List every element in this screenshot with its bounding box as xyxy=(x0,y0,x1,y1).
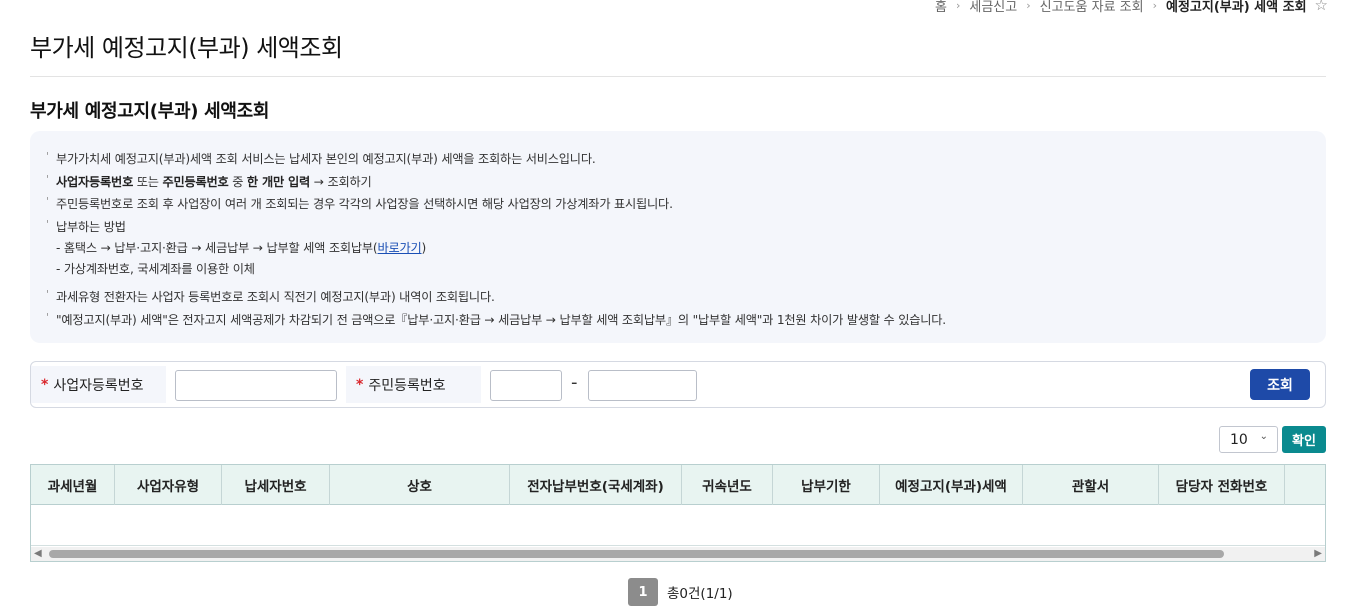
page-size-select[interactable]: 10 ⌄ xyxy=(1219,426,1278,453)
grid-header: 과세년월 사업자유형 납세자번호 상호 전자납부번호(국세계좌) 귀속년도 납부… xyxy=(31,465,1325,505)
info-line-service: 부가가치세 예정고지(부과)세액 조회 서비스는 납세자 본인의 예정고지(부과… xyxy=(46,146,1310,171)
info-sub-transfer: - 가상계좌번호, 국세계좌를 이용한 이체 xyxy=(56,262,255,276)
info-list-2: 과세유형 전환자는 사업자 등록번호로 조회시 직전기 예정고지(부과) 내역이… xyxy=(46,284,1310,332)
info-list: 부가가치세 예정고지(부과)세액 조회 서비스는 납세자 본인의 예정고지(부과… xyxy=(46,146,1310,239)
chevron-right-icon: › xyxy=(1152,0,1157,12)
column-header[interactable]: 상호 xyxy=(330,465,510,505)
scroll-left-icon[interactable]: ◀ xyxy=(34,548,42,559)
resident-number-dash: - xyxy=(571,372,578,393)
info-sub-hometax: - 홈택스 → 납부·고지·환급 → 세금납부 → 납부할 세액 조회납부(바로… xyxy=(56,241,427,255)
biz-number-input[interactable] xyxy=(175,370,337,401)
column-header[interactable]: 과세년월 xyxy=(31,465,115,505)
column-header-filler xyxy=(1285,465,1325,505)
chevron-right-icon: › xyxy=(955,0,961,12)
column-header[interactable]: 관할서 xyxy=(1023,465,1159,505)
section-title: 부가세 예정고지(부과) 세액조회 xyxy=(30,101,270,122)
search-form: * 사업자등록번호 * 주민등록번호 - 조회 xyxy=(30,361,1326,408)
column-header[interactable]: 납세자번호 xyxy=(222,465,330,505)
chevron-right-icon: › xyxy=(1026,0,1031,12)
column-header[interactable]: 예정고지(부과)세액 xyxy=(880,465,1023,505)
breadcrumb-home[interactable]: 홈 xyxy=(935,0,947,15)
page-title: 부가세 예정고지(부과) 세액조회 xyxy=(30,34,343,62)
column-header[interactable]: 납부기한 xyxy=(773,465,880,505)
column-header[interactable]: 담당자 전화번호 xyxy=(1159,465,1285,505)
shortcut-link[interactable]: 바로가기 xyxy=(377,241,421,255)
required-mark: * xyxy=(41,376,49,393)
breadcrumb-tax-filing[interactable]: 세금신고 xyxy=(969,0,1017,15)
horizontal-scrollbar[interactable]: ◀ ▶ xyxy=(31,547,1325,561)
page-total-count: 총0건(1/1) xyxy=(667,586,733,602)
biz-number-label: * 사업자등록번호 xyxy=(31,366,166,403)
info-line-payment-methods: 납부하는 방법 xyxy=(46,214,1310,239)
info-line-input-rule: 사업자등록번호 또는 주민등록번호 중 한 개만 입력 → 조회하기 xyxy=(46,169,1310,194)
required-mark: * xyxy=(356,376,364,393)
info-box: 부가가치세 예정고지(부과)세액 조회 서비스는 납세자 본인의 예정고지(부과… xyxy=(30,131,1326,343)
confirm-button[interactable]: 확인 xyxy=(1282,426,1326,453)
star-icon[interactable]: ☆ xyxy=(1315,0,1328,14)
search-button[interactable]: 조회 xyxy=(1250,369,1310,400)
info-line-multi-business: 주민등록번호로 조회 후 사업장이 여러 개 조회되는 경우 각각의 사업장을 … xyxy=(46,191,1310,216)
title-divider xyxy=(30,76,1326,77)
resident-number-back-input[interactable] xyxy=(588,370,697,401)
breadcrumb: 홈 › 세금신고 › 신고도움 자료 조회 › 예정고지(부과) 세액 조회 ☆ xyxy=(935,0,1328,15)
resident-number-front-input[interactable] xyxy=(490,370,562,401)
info-line-difference: "예정고지(부과) 세액"은 전자고지 세액공제가 차감되기 전 금액으로『납부… xyxy=(46,307,1310,332)
breadcrumb-current: 예정고지(부과) 세액 조회 xyxy=(1166,0,1307,15)
column-header[interactable]: 사업자유형 xyxy=(115,465,222,505)
info-line-type-change: 과세유형 전환자는 사업자 등록번호로 조회시 직전기 예정고지(부과) 내역이… xyxy=(46,284,1310,309)
chevron-down-icon: ⌄ xyxy=(1259,431,1268,442)
breadcrumb-filing-help[interactable]: 신고도움 자료 조회 xyxy=(1040,0,1144,15)
column-header[interactable]: 전자납부번호(국세계좌) xyxy=(510,465,682,505)
pagination: 1 총0건(1/1) xyxy=(628,578,733,606)
resident-number-label: * 주민등록번호 xyxy=(346,366,481,403)
scroll-right-icon[interactable]: ▶ xyxy=(1314,548,1322,559)
result-grid: 과세년월 사업자유형 납세자번호 상호 전자납부번호(국세계좌) 귀속년도 납부… xyxy=(30,464,1326,562)
grid-empty-body xyxy=(31,505,1325,546)
page-number-current[interactable]: 1 xyxy=(628,578,658,606)
scrollbar-thumb[interactable] xyxy=(49,550,1224,558)
column-header[interactable]: 귀속년도 xyxy=(682,465,773,505)
